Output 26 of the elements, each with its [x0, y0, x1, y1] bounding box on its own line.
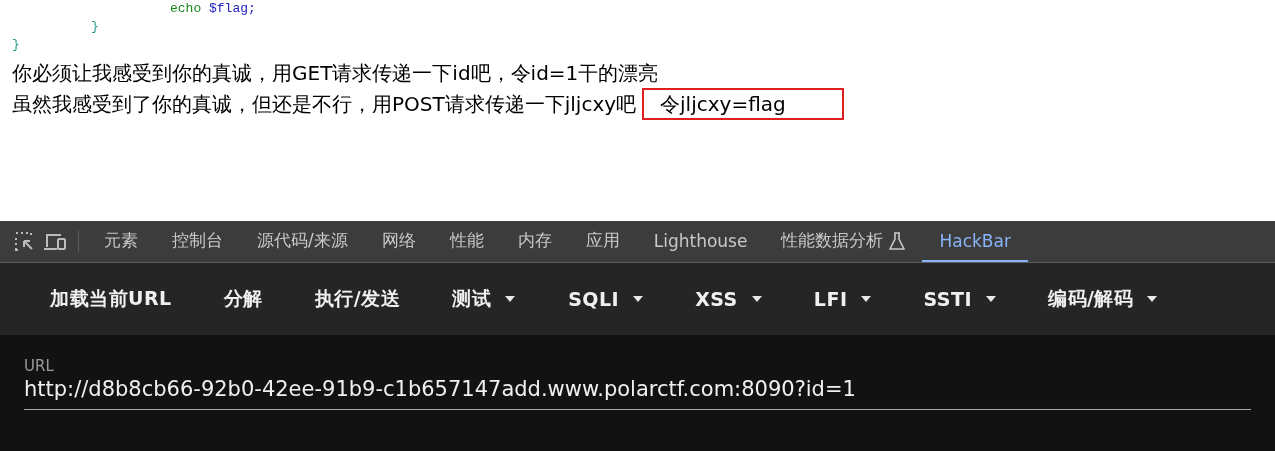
devtools-tab[interactable]: 元素 — [87, 221, 155, 262]
devtools-tab[interactable]: 性能 — [432, 221, 501, 262]
devtools-tab[interactable]: 控制台 — [155, 221, 240, 262]
devtools-tab[interactable]: 源代码/来源 — [240, 221, 365, 262]
hackbar-button[interactable]: SQLI — [542, 288, 670, 310]
devtools-tab[interactable]: 内存 — [500, 221, 569, 262]
field-label: URL — [24, 357, 55, 375]
devtools-tab[interactable]: 应用 — [568, 221, 637, 262]
code-line: echo $flag; — [169, 0, 257, 18]
hackbar-button[interactable]: 编码/解码 — [1022, 286, 1184, 312]
devtools-tab[interactable]: Lighthouse — [636, 221, 765, 262]
hackbar-button[interactable]: SSTI — [897, 288, 1022, 310]
devtools-tab[interactable]: 网络 — [364, 221, 433, 262]
code-line: } — [12, 36, 21, 54]
hackbar-button[interactable]: LFI — [787, 288, 898, 310]
code-line: } — [90, 18, 100, 36]
highlighted-text: 令jljcxy=flag — [642, 88, 844, 120]
hackbar-button[interactable]: 加载当前URL — [24, 286, 198, 312]
hackbar-button[interactable]: 分解 — [197, 286, 289, 312]
devtools-tab[interactable]: 性能数据分析 — [764, 221, 923, 262]
url-value: http://d8b8cb66-92b0-42ee-91b9-c1b657147add.www.polarctf.com:8090?id=1 — [24, 377, 857, 401]
message-text: 你必须让我感受到你的真诚，用GET请求传递一下id吧，令id=1干的漂亮 — [12, 60, 659, 87]
message-text: 虽然我感受到了你的真诚，但还是不行，用POST请求传递一下jljcxy吧 — [12, 91, 637, 118]
hackbar-button[interactable]: 执行/发送 — [288, 286, 427, 312]
hackbar-button[interactable]: XSS — [669, 288, 788, 310]
hackbar-button[interactable]: 测试 — [426, 286, 542, 312]
